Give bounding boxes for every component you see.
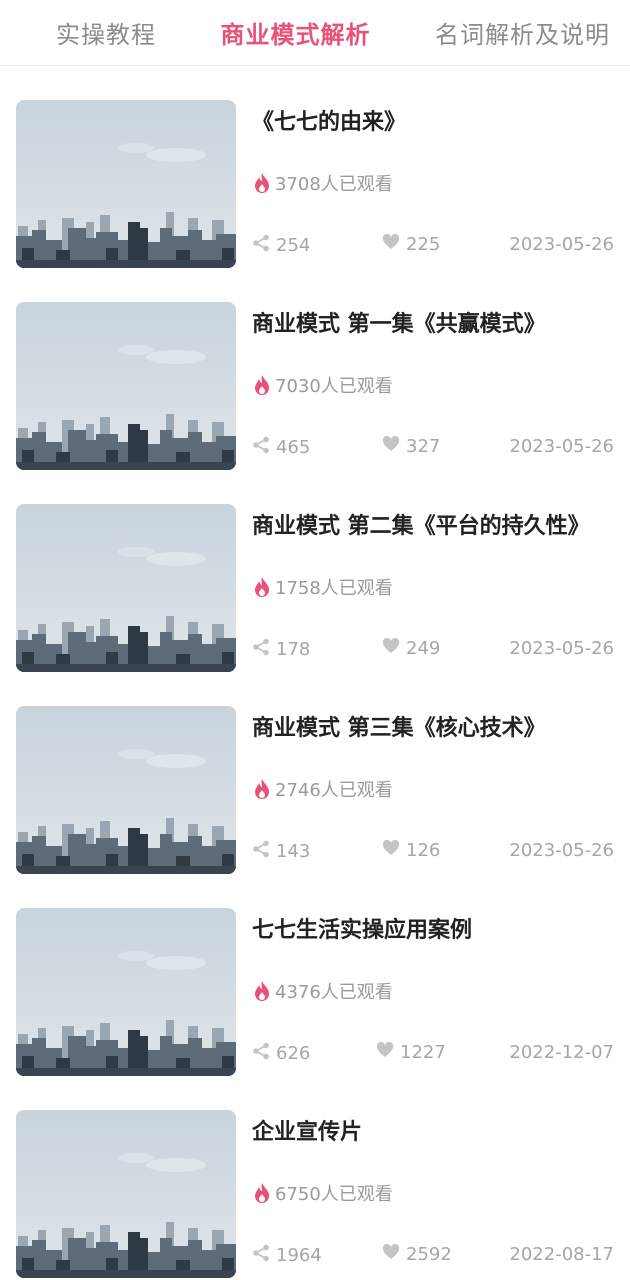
city-skyline-image [16, 706, 236, 874]
view-count-text: 1758人已观看 [275, 578, 393, 599]
share-icon [252, 638, 276, 661]
video-title[interactable]: 企业宣传片 [252, 1114, 362, 1146]
view-count: 3708人已观看 [252, 170, 393, 196]
view-count-text: 3708人已观看 [275, 174, 393, 195]
list-item[interactable]: 商业模式 第一集《共赢模式》 7030人已观看 465 327 2023-05-… [0, 268, 630, 470]
view-count-text: 2746人已观看 [275, 780, 393, 801]
publish-date: 2022-12-07 [509, 1042, 614, 1063]
item-meta: 465 327 2023-05-26 [252, 435, 614, 460]
item-meta: 254 225 2023-05-26 [252, 233, 614, 258]
publish-date: 2023-05-26 [509, 840, 614, 861]
share-button[interactable]: 143 [252, 840, 310, 863]
publish-date: 2023-05-26 [509, 234, 614, 255]
heart-icon [376, 1041, 400, 1063]
tab-business-model[interactable]: 商业模式解析 [221, 15, 371, 50]
list-item[interactable]: 七七生活实操应用案例 4376人已观看 626 1227 2022-12-07 [0, 874, 630, 1076]
fire-icon [252, 374, 272, 396]
list-item[interactable]: 商业模式 第二集《平台的持久性》 1758人已观看 178 249 2023-0… [0, 470, 630, 672]
like-count: 2592 [406, 1244, 452, 1265]
view-count: 1758人已观看 [252, 574, 393, 600]
share-icon [252, 436, 276, 459]
tab-glossary[interactable]: 名词解析及说明 [435, 15, 610, 50]
like-count: 249 [406, 638, 441, 659]
like-button[interactable]: 249 [382, 637, 441, 659]
like-count: 126 [406, 840, 441, 861]
share-count: 1964 [276, 1245, 322, 1266]
like-button[interactable]: 1227 [376, 1041, 446, 1063]
heart-icon [382, 637, 406, 659]
share-icon [252, 234, 276, 257]
heart-icon [382, 1243, 406, 1265]
share-count: 178 [276, 639, 311, 660]
city-skyline-image [16, 100, 236, 268]
city-skyline-image [16, 302, 236, 470]
item-meta: 1964 2592 2022-08-17 [252, 1243, 614, 1268]
heart-icon [382, 435, 406, 457]
video-thumbnail[interactable] [16, 504, 236, 672]
like-button[interactable]: 2592 [382, 1243, 452, 1265]
like-button[interactable]: 126 [382, 839, 441, 861]
video-thumbnail[interactable] [16, 302, 236, 470]
list-item[interactable]: 商业模式 第三集《核心技术》 2746人已观看 143 126 2023-05-… [0, 672, 630, 874]
video-thumbnail[interactable] [16, 908, 236, 1076]
publish-date: 2022-08-17 [509, 1244, 614, 1265]
city-skyline-image [16, 1110, 236, 1278]
like-button[interactable]: 225 [382, 233, 441, 255]
video-thumbnail[interactable] [16, 1110, 236, 1278]
share-count: 143 [276, 841, 311, 862]
fire-icon [252, 576, 272, 598]
like-count: 327 [406, 436, 441, 457]
share-button[interactable]: 254 [252, 234, 310, 257]
view-count: 4376人已观看 [252, 978, 393, 1004]
fire-icon [252, 778, 272, 800]
view-count-text: 4376人已观看 [275, 982, 393, 1003]
item-meta: 178 249 2023-05-26 [252, 637, 614, 662]
video-title[interactable]: 商业模式 第一集《共赢模式》 [252, 306, 546, 338]
video-title[interactable]: 商业模式 第二集《平台的持久性》 [252, 508, 590, 540]
like-count: 225 [406, 234, 441, 255]
share-button[interactable]: 626 [252, 1042, 310, 1065]
video-title[interactable]: 商业模式 第三集《核心技术》 [252, 710, 546, 742]
share-icon [252, 1244, 276, 1267]
heart-icon [382, 233, 406, 255]
like-count: 1227 [400, 1042, 446, 1063]
city-skyline-image [16, 908, 236, 1076]
item-meta: 626 1227 2022-12-07 [252, 1041, 614, 1066]
share-icon [252, 840, 276, 863]
view-count: 6750人已观看 [252, 1180, 393, 1206]
view-count-text: 7030人已观看 [275, 376, 393, 397]
share-button[interactable]: 178 [252, 638, 310, 661]
fire-icon [252, 980, 272, 1002]
tab-practical-tutorial[interactable]: 实操教程 [56, 15, 156, 50]
share-icon [252, 1042, 276, 1065]
item-meta: 143 126 2023-05-26 [252, 839, 614, 864]
tab-bar: 实操教程 商业模式解析 名词解析及说明 [0, 0, 630, 66]
video-thumbnail[interactable] [16, 706, 236, 874]
video-title[interactable]: 《七七的由来》 [252, 104, 406, 136]
fire-icon [252, 172, 272, 194]
view-count: 2746人已观看 [252, 776, 393, 802]
city-skyline-image [16, 504, 236, 672]
view-count: 7030人已观看 [252, 372, 393, 398]
video-thumbnail[interactable] [16, 100, 236, 268]
share-button[interactable]: 465 [252, 436, 310, 459]
heart-icon [382, 839, 406, 861]
share-count: 626 [276, 1043, 311, 1064]
view-count-text: 6750人已观看 [275, 1184, 393, 1205]
share-count: 254 [276, 235, 311, 256]
share-count: 465 [276, 437, 311, 458]
publish-date: 2023-05-26 [509, 638, 614, 659]
video-title[interactable]: 七七生活实操应用案例 [252, 912, 472, 944]
share-button[interactable]: 1964 [252, 1244, 322, 1267]
list-item[interactable]: 企业宣传片 6750人已观看 1964 2592 2022-08-17 [0, 1076, 630, 1278]
publish-date: 2023-05-26 [509, 436, 614, 457]
fire-icon [252, 1182, 272, 1204]
like-button[interactable]: 327 [382, 435, 441, 457]
list-item[interactable]: 《七七的由来》 3708人已观看 254 225 2023-05-26 [0, 66, 630, 268]
